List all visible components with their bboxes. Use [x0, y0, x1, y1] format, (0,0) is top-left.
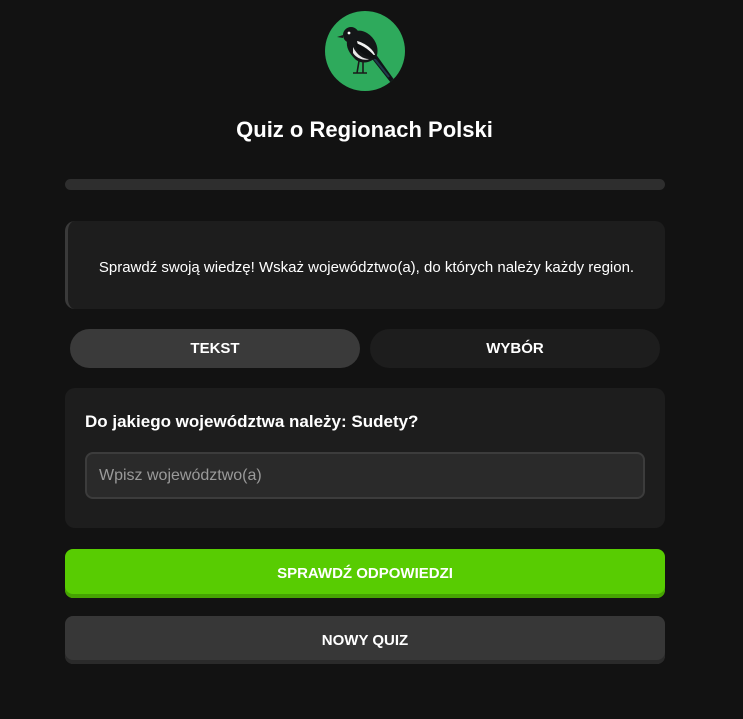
new-quiz-button[interactable]: NOWY QUIZ	[65, 616, 665, 664]
mode-toggle: TEKST WYBÓR	[70, 329, 661, 368]
check-answers-button[interactable]: SPRAWDŹ ODPOWIEDZI	[65, 549, 665, 598]
info-box: Sprawdź swoją wiedzę! Wskaż województwo(…	[65, 221, 665, 309]
logo	[325, 11, 405, 91]
quiz-app: Quiz o Regionach Polski Sprawdź swoją wi…	[0, 0, 743, 719]
info-text: Sprawdź swoją wiedzę! Wskaż województwo(…	[98, 258, 635, 276]
question-text: Do jakiego województwa należy: Sudety?	[85, 412, 419, 431]
magpie-bird-icon	[337, 27, 395, 83]
mode-tab-text[interactable]: TEKST	[70, 329, 360, 368]
page-title: Quiz o Regionach Polski	[236, 117, 493, 142]
progress-bar	[65, 179, 665, 190]
answer-input[interactable]	[85, 452, 645, 499]
mode-tab-choice[interactable]: WYBÓR	[370, 329, 660, 368]
question-card: Do jakiego województwa należy: Sudety?	[65, 388, 665, 528]
